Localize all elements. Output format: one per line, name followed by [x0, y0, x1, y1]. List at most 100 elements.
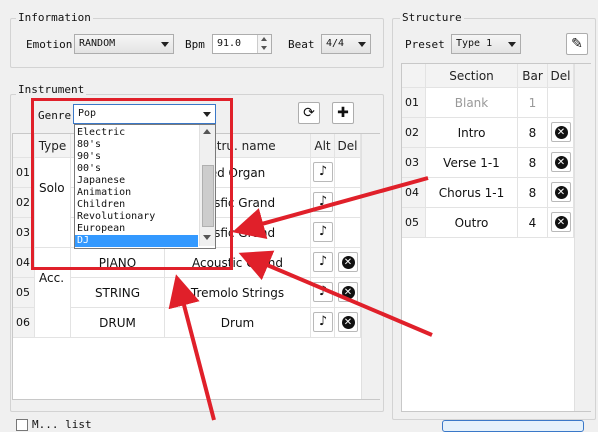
structure-row-del-cell — [548, 88, 574, 118]
structure-header-section[interactable]: Section — [426, 64, 518, 88]
refresh-icon: ⟳ — [303, 105, 315, 121]
music-note-icon: ♪ — [318, 164, 328, 179]
structure-row-section[interactable]: Outro — [426, 208, 518, 238]
chevron-down-icon — [161, 42, 169, 47]
delete-button[interactable]: ✕ — [338, 312, 358, 332]
alt-button[interactable]: ♪ — [313, 192, 333, 212]
close-circle-icon: ✕ — [341, 316, 355, 329]
instrument-scrollbar[interactable] — [361, 134, 380, 399]
delete-button[interactable]: ✕ — [551, 122, 571, 142]
alt-button[interactable]: ♪ — [313, 282, 333, 302]
structure-row-bar[interactable]: 1 — [518, 88, 548, 118]
structure-row-bar[interactable]: 8 — [518, 118, 548, 148]
chevron-down-icon — [508, 42, 516, 47]
structure-table: Section Bar Del 01 Blank 1 02 Intro 8 ✕ … — [401, 63, 591, 412]
delete-button[interactable]: ✕ — [338, 282, 358, 302]
add-button[interactable]: ✚ — [332, 102, 354, 124]
close-circle-icon: ✕ — [554, 126, 568, 139]
structure-row-index: 04 — [402, 178, 426, 208]
preset-label: Preset — [405, 38, 445, 51]
instrument-header-del[interactable]: Del — [335, 134, 361, 158]
structure-row-del-cell: ✕ — [548, 148, 574, 178]
plus-icon: ✚ — [337, 105, 349, 121]
instrument-row-del-cell — [335, 158, 361, 188]
structure-row-index: 03 — [402, 148, 426, 178]
music-note-icon: ♪ — [318, 254, 328, 269]
instrument-row-del-cell — [335, 218, 361, 248]
instrument-row-del-cell: ✕ — [335, 248, 361, 278]
emotion-select[interactable]: RANDOM — [74, 34, 174, 54]
delete-button[interactable]: ✕ — [338, 252, 358, 272]
structure-row-bar[interactable]: 8 — [518, 178, 548, 208]
structure-header-del[interactable]: Del — [548, 64, 574, 88]
structure-row-del-cell: ✕ — [548, 178, 574, 208]
structure-row-section[interactable]: Intro — [426, 118, 518, 148]
beat-label: Beat — [288, 38, 315, 51]
structure-row-index: 01 — [402, 88, 426, 118]
structure-row-del-cell: ✕ — [548, 118, 574, 148]
instrument-row-alt-cell: ♪ — [311, 278, 335, 308]
refresh-button[interactable]: ⟳ — [298, 102, 320, 124]
alt-button[interactable]: ♪ — [313, 252, 333, 272]
music-note-icon: ♪ — [318, 194, 328, 209]
footer-checkbox[interactable] — [16, 419, 28, 431]
alt-button[interactable]: ♪ — [313, 222, 333, 242]
instrument-row-del-cell — [335, 188, 361, 218]
alt-button[interactable]: ♪ — [313, 312, 333, 332]
bpm-label: Bpm — [185, 38, 205, 51]
close-circle-icon: ✕ — [554, 156, 568, 169]
bpm-spinner[interactable]: 91.0 — [212, 34, 272, 54]
instrument-row-del-cell: ✕ — [335, 308, 361, 338]
instrument-row-alt-cell: ♪ — [311, 188, 335, 218]
beat-select[interactable]: 4/4 — [321, 34, 371, 54]
alt-button[interactable]: ♪ — [313, 162, 333, 182]
delete-button[interactable]: ✕ — [551, 152, 571, 172]
instrument-row-del-cell: ✕ — [335, 278, 361, 308]
structure-row-del-cell: ✕ — [548, 208, 574, 238]
bpm-value: 91.0 — [217, 38, 242, 49]
information-title: Information — [16, 11, 93, 24]
instrument-row-instrument[interactable]: DRUM — [71, 308, 165, 338]
structure-row-section[interactable]: Blank — [426, 88, 518, 118]
emotion-label: Emotion — [26, 38, 73, 51]
structure-title: Structure — [400, 11, 464, 24]
structure-header-corner — [402, 64, 426, 88]
instrument-row-alt-cell: ♪ — [311, 158, 335, 188]
music-note-icon: ♪ — [318, 314, 328, 329]
instrument-row-alt-cell: ♪ — [311, 308, 335, 338]
chevron-down-icon — [358, 42, 366, 47]
structure-row-bar[interactable]: 4 — [518, 208, 548, 238]
edit-button[interactable]: ✎ — [566, 33, 588, 55]
instrument-row-name[interactable]: Tremolo Strings — [165, 278, 311, 308]
footer-button[interactable] — [442, 420, 584, 432]
close-circle-icon: ✕ — [554, 186, 568, 199]
close-circle-icon: ✕ — [341, 286, 355, 299]
preset-select[interactable]: Type 1 — [451, 34, 521, 54]
footer-checkbox-label: M... list — [32, 418, 92, 431]
instrument-title: Instrument — [16, 83, 87, 96]
pencil-icon: ✎ — [571, 36, 583, 52]
structure-row-section[interactable]: Chorus 1-1 — [426, 178, 518, 208]
close-circle-icon: ✕ — [554, 216, 568, 229]
structure-row-bar[interactable]: 8 — [518, 148, 548, 178]
close-circle-icon: ✕ — [341, 256, 355, 269]
delete-button[interactable]: ✕ — [551, 182, 571, 202]
annotation-highlight-box — [31, 98, 233, 270]
delete-button[interactable]: ✕ — [551, 212, 571, 232]
structure-row-index: 05 — [402, 208, 426, 238]
instrument-row-name[interactable]: Drum — [165, 308, 311, 338]
instrument-header-alt[interactable]: Alt — [311, 134, 335, 158]
instrument-row-alt-cell: ♪ — [311, 218, 335, 248]
structure-row-section[interactable]: Verse 1-1 — [426, 148, 518, 178]
structure-header-bar[interactable]: Bar — [518, 64, 548, 88]
instrument-row-instrument[interactable]: STRING — [71, 278, 165, 308]
preset-value: Type 1 — [456, 38, 493, 49]
music-note-icon: ♪ — [318, 284, 328, 299]
instrument-row-index: 05 — [13, 278, 35, 308]
music-note-icon: ♪ — [318, 224, 328, 239]
structure-row-index: 02 — [402, 118, 426, 148]
instrument-row-index: 06 — [13, 308, 35, 338]
beat-value: 4/4 — [326, 38, 345, 49]
structure-scrollbar[interactable] — [574, 64, 591, 411]
spin-down-icon[interactable] — [257, 44, 271, 53]
